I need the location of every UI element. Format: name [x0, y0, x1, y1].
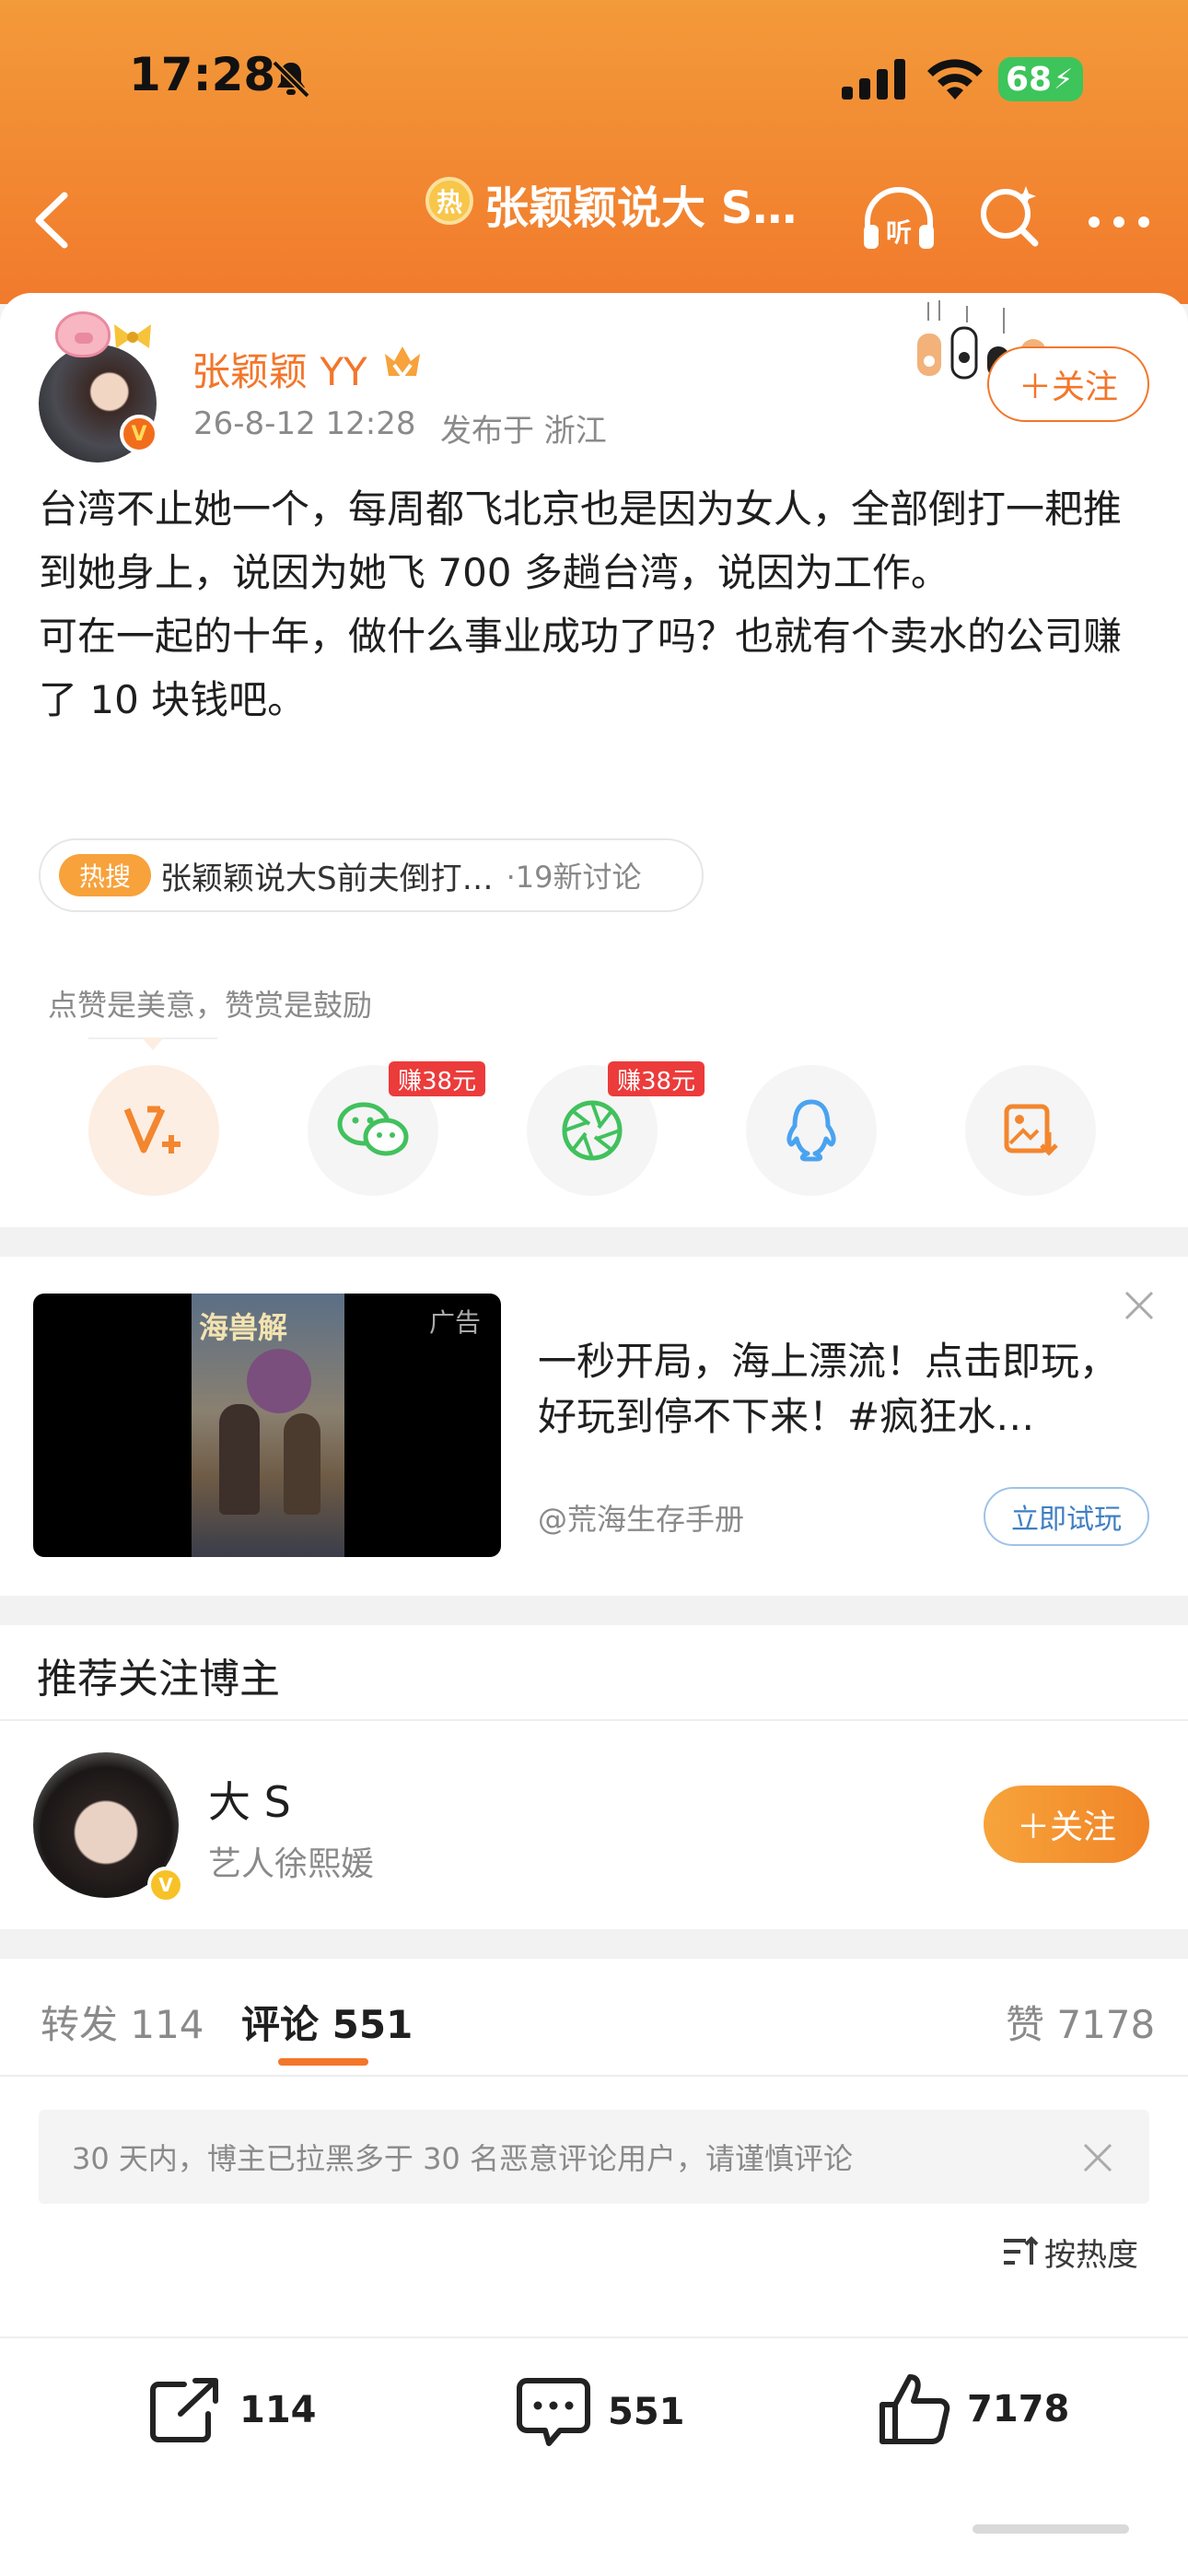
author-name[interactable]: 张颖颖 YY	[192, 341, 367, 397]
verified-badge-icon: V	[147, 1867, 184, 1903]
like-button[interactable]: 7178	[877, 2371, 1069, 2447]
close-icon[interactable]	[1081, 2141, 1114, 2174]
wifi-icon	[927, 59, 983, 100]
recommended-description: 艺人徐熙媛	[208, 1845, 375, 1883]
post-body-text: 台湾不止她一个，每周都飞北京也是因为女人，全部倒打一耙推到她身上，说因为她飞 7…	[39, 486, 1123, 722]
divider	[0, 1719, 1188, 1721]
headphones-listen-icon[interactable]: 听	[860, 184, 938, 252]
vip-crown-badge-icon	[385, 346, 420, 380]
repost-button[interactable]: 114	[147, 2375, 317, 2445]
wechat-icon	[337, 1102, 409, 1156]
follow-recommended-button[interactable]: ＋关注	[984, 1786, 1149, 1863]
notice-text: 30 天内，博主已拉黑多于 30 名恶意评论用户，请谨慎评论	[72, 2141, 853, 2176]
status-time: 17:28	[129, 48, 276, 101]
comment-count: 551	[608, 2391, 685, 2433]
moments-earn-tag: 赚38元	[608, 1061, 705, 1096]
reward-v-plus-icon	[123, 1106, 181, 1153]
repost-count: 114	[239, 2389, 317, 2431]
thumbs-up-icon	[879, 2374, 950, 2444]
ad-game-poster: 海兽解	[192, 1294, 344, 1557]
moments-aperture-icon	[562, 1100, 623, 1161]
topic-title: 张颖颖说大S前夫倒打…	[160, 860, 494, 897]
wechat-earn-tag: 赚38元	[389, 1061, 486, 1096]
qq-penguin-icon	[786, 1099, 836, 1162]
ad-source[interactable]: @荒海生存手册	[538, 1496, 744, 1539]
like-count: 7178	[967, 2388, 1070, 2430]
hint-caret-icon	[142, 1037, 164, 1050]
battery-level: 68	[1006, 60, 1053, 99]
back-arrow-icon[interactable]	[28, 188, 74, 252]
ad-label: 广告	[428, 1307, 481, 1338]
save-picture-icon	[1004, 1104, 1058, 1156]
comment-button[interactable]: 551	[516, 2375, 685, 2449]
bow-decoration-icon	[114, 324, 151, 348]
reward-button[interactable]	[88, 1065, 219, 1196]
reward-hint-text: 点赞是美意，赞赏是鼓励	[48, 988, 373, 1023]
svg-text:听: 听	[886, 217, 912, 248]
divider	[0, 2075, 1188, 2077]
try-play-button[interactable]: 立即试玩	[984, 1487, 1149, 1546]
cellular-signal-icon	[842, 59, 905, 100]
comment-notice-banner: 30 天内，博主已拉黑多于 30 名恶意评论用户，请谨慎评论	[39, 2110, 1149, 2204]
home-indicator	[973, 2524, 1129, 2534]
character-figure	[219, 1404, 260, 1515]
share-qq-button[interactable]	[746, 1065, 877, 1196]
sort-icon[interactable]	[1002, 2235, 1039, 2268]
ad-video-thumbnail[interactable]: 海兽解 广告	[33, 1294, 501, 1557]
battery-indicator: 68 ⚡	[998, 57, 1083, 101]
post-time: 26-8-12 12:28	[193, 405, 416, 442]
post-location: 发布于 浙江	[440, 413, 607, 450]
search-icon[interactable]	[976, 182, 1042, 249]
charging-bolt-icon: ⚡	[1054, 63, 1074, 96]
verified-badge-icon: V	[120, 415, 158, 453]
character-figure	[284, 1413, 320, 1515]
close-icon[interactable]	[1124, 1290, 1155, 1321]
save-image-button[interactable]	[965, 1065, 1096, 1196]
octopus-monster-icon	[247, 1349, 311, 1413]
sort-by-hot-button[interactable]: 按热度	[1044, 2230, 1138, 2275]
page-title: 张颖颖说大 S…	[484, 182, 798, 234]
topic-discussion-count: ·19新讨论	[506, 860, 642, 895]
top-header	[0, 0, 1188, 304]
hot-topic-chip[interactable]: 热搜 张颖颖说大S前夫倒打… ·19新讨论	[39, 838, 704, 912]
hot-topic-icon: 热	[425, 177, 473, 225]
follow-author-button[interactable]: ＋关注	[987, 346, 1149, 422]
more-options-icon[interactable]	[1087, 216, 1151, 228]
section-title: 推荐关注博主	[37, 1656, 280, 1703]
tab-reposts[interactable]: 转发 114	[41, 1994, 204, 2050]
bell-mute-icon	[272, 60, 310, 99]
pig-decoration-icon	[55, 311, 111, 357]
ad-text[interactable]: 一秒开局，海上漂流！点击即玩，好玩到停不下来！#疯狂水…	[538, 1334, 1146, 1445]
active-tab-indicator	[278, 2058, 368, 2066]
recommended-name[interactable]: 大 S	[208, 1769, 291, 1830]
comment-bubble-icon	[517, 2378, 590, 2446]
hot-search-tag: 热搜	[59, 854, 151, 896]
ad-poster-title: 海兽解	[199, 1310, 288, 1345]
share-arrow-icon	[150, 2378, 218, 2442]
tab-likes[interactable]: 赞 7178	[1006, 1994, 1155, 2050]
tab-comments[interactable]: 评论 551	[241, 1994, 413, 2050]
